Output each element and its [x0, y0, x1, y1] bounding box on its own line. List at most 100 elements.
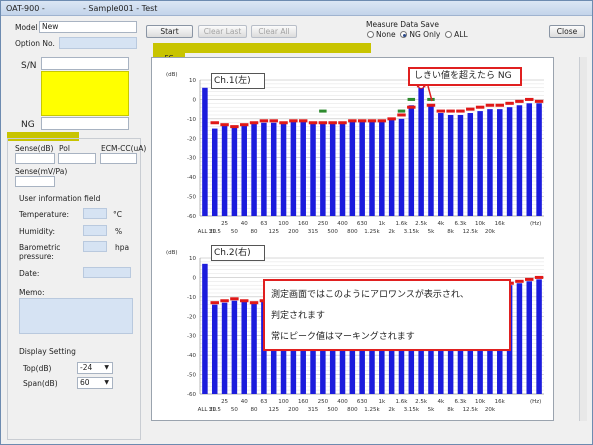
- y-tick-label: 10: [189, 78, 196, 84]
- x-tick-label: 1.25k: [364, 407, 380, 413]
- x-tick-label: 400: [337, 399, 348, 405]
- barometric-unit: hpa: [115, 243, 130, 252]
- radio-all-icon: [445, 31, 453, 38]
- y-tick-label: -10: [187, 295, 196, 301]
- data-bar: [202, 263, 208, 394]
- x-tick-label: 20k: [485, 407, 496, 413]
- limit-marker: [407, 105, 416, 109]
- y-axis-unit: (dB): [166, 72, 178, 78]
- y-tick-label: -20: [187, 136, 196, 142]
- sn-field[interactable]: [41, 57, 129, 70]
- ng-label: NG: [21, 120, 35, 130]
- x-tick-label: 16k: [495, 399, 506, 405]
- sense-db-label: Sense(dB): [15, 144, 54, 153]
- x-tick-label: 6.3k: [454, 399, 467, 405]
- date-field[interactable]: [83, 267, 131, 278]
- limit-marker: [515, 279, 524, 283]
- chevron-down-icon: ▼: [104, 379, 109, 386]
- x-tick-label: 250: [318, 399, 329, 405]
- x-tick-label: 5k: [428, 229, 435, 235]
- x-tick-label: 1.6k: [396, 221, 409, 227]
- x-tick-label: 20k: [485, 229, 496, 235]
- limit-marker: [289, 119, 298, 123]
- data-bar: [231, 126, 238, 216]
- x-tick-label: 6.3k: [454, 221, 467, 227]
- radio-none[interactable]: None: [367, 30, 396, 39]
- memo-field[interactable]: [19, 298, 133, 334]
- peak-marker: [319, 109, 327, 113]
- x-tick-label: 200: [288, 229, 299, 235]
- user-info-heading: User information field: [19, 194, 101, 203]
- x-tick-label: 1k: [378, 399, 385, 405]
- data-bar: [231, 300, 238, 394]
- limit-marker: [230, 125, 239, 129]
- model-field[interactable]: New: [39, 21, 137, 33]
- y-tick-label: -40: [187, 353, 196, 359]
- note-line-1: 測定画面ではこのようにアロワンスが表示され、: [271, 290, 469, 300]
- option-field[interactable]: [59, 37, 137, 49]
- x-tick-label: 31.5: [209, 407, 222, 413]
- data-bar: [536, 279, 542, 394]
- limit-marker: [485, 103, 495, 107]
- y-tick-label: -50: [187, 373, 196, 379]
- data-bar: [251, 122, 257, 216]
- limit-marker: [348, 119, 357, 123]
- callout-arrow: [427, 85, 433, 102]
- humidity-field[interactable]: [83, 225, 107, 236]
- main-window: OAT-900 - - Sample001 - Test Model New O…: [0, 0, 593, 445]
- limit-marker: [475, 105, 485, 109]
- sense-mv-field: [15, 176, 55, 187]
- limit-marker: [534, 275, 544, 279]
- radio-all[interactable]: ALL: [445, 30, 468, 39]
- clear-last-button[interactable]: Clear Last: [198, 25, 247, 38]
- limit-marker: [269, 119, 278, 123]
- data-bar: [359, 120, 365, 216]
- x-tick-label: 25: [221, 399, 228, 405]
- temperature-unit: °C: [113, 210, 122, 219]
- ch2-annotation: Ch.2(右): [211, 245, 265, 261]
- data-bar: [241, 124, 247, 216]
- data-bar: [536, 103, 542, 216]
- data-bar: [349, 120, 356, 216]
- x-tick-label: 4k: [437, 399, 444, 405]
- note-line-2: 判定されます: [271, 311, 326, 321]
- limit-marker: [259, 119, 269, 123]
- ng-field[interactable]: [41, 117, 129, 130]
- save-options: None NG Only ALL: [367, 30, 468, 39]
- data-bar: [300, 120, 306, 216]
- data-bar: [251, 302, 257, 394]
- ng-threshold-callout: しきい値を超えたら NG: [408, 67, 522, 86]
- data-bar: [447, 114, 454, 216]
- close-button[interactable]: Close: [549, 25, 585, 38]
- limit-marker: [338, 121, 347, 125]
- span-db-select[interactable]: 60 ▼: [77, 377, 113, 389]
- chart-panel: (dB) 10 0 -10 -20 -30 -40 -50 -60 ALL 20 31.5 50 80 1…: [151, 57, 554, 421]
- radio-ng-only[interactable]: NG Only: [400, 30, 440, 39]
- top-db-label: Top(dB): [23, 364, 52, 373]
- y-tick-label: -40: [187, 175, 196, 181]
- data-bar: [526, 103, 533, 216]
- data-bar: [516, 283, 523, 394]
- data-bar: [202, 87, 208, 217]
- span-db-label: Span(dB): [23, 379, 58, 388]
- limit-marker: [426, 103, 436, 107]
- data-bar: [369, 120, 375, 216]
- x-tick-label: 3.15k: [404, 407, 420, 413]
- data-bar: [467, 113, 474, 216]
- data-bar: [320, 122, 326, 216]
- barometric-field[interactable]: [83, 241, 107, 252]
- data-bar: [497, 109, 503, 216]
- data-bar: [526, 281, 533, 394]
- x-tick-label: 1.25k: [364, 229, 380, 235]
- data-bar: [261, 122, 267, 216]
- sn-label: S/N: [21, 61, 37, 71]
- y-tick-label: -30: [187, 156, 196, 162]
- status-bar-top: [153, 43, 371, 53]
- limit-marker: [466, 107, 475, 111]
- vertical-scrollbar[interactable]: [579, 57, 587, 421]
- start-button[interactable]: Start: [146, 25, 193, 38]
- top-db-select[interactable]: -24 ▼: [77, 362, 113, 374]
- data-bar: [339, 122, 346, 216]
- clear-all-button[interactable]: Clear All: [251, 25, 297, 38]
- temperature-field[interactable]: [83, 208, 107, 219]
